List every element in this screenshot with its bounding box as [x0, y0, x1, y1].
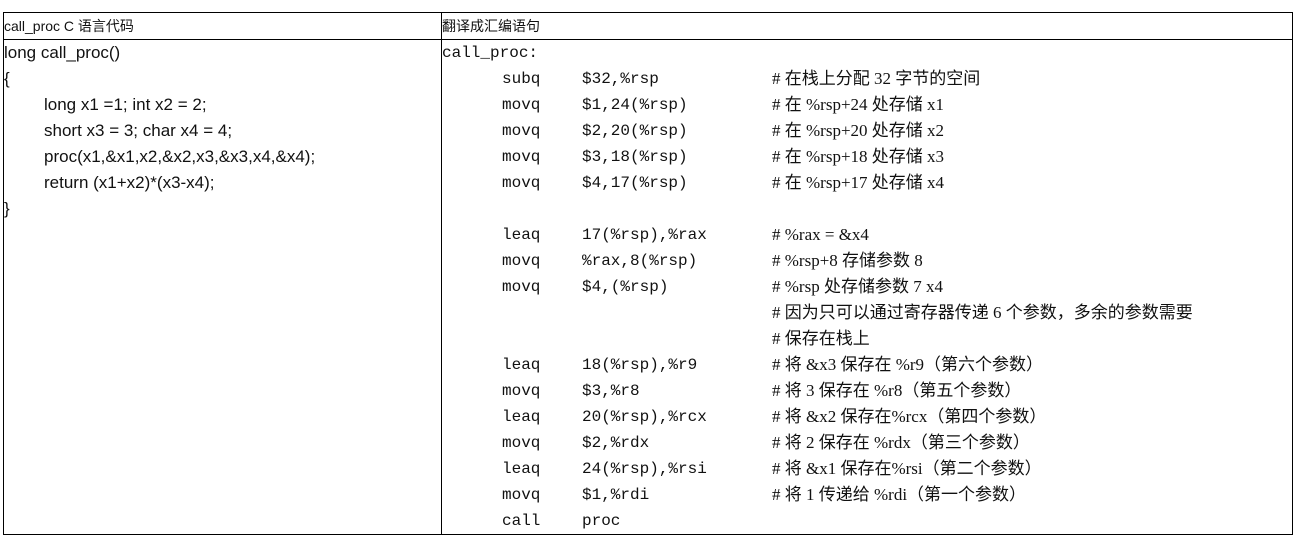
asm-op: leaq [502, 460, 541, 478]
asm-args: 18(%rsp),%r9 [582, 356, 698, 374]
asm-comment: # 将 &x3 保存在 %r9（第六个参数） [772, 355, 1044, 374]
asm-args: $1,%rdi [582, 486, 650, 504]
asm-comment: # 在栈上分配 32 字节的空间 [772, 69, 981, 88]
asm-args: $2,20(%rsp) [582, 122, 688, 140]
asm-line: movq $1,%rdi # 将 1 传递给 %rdi（第一个参数） [442, 482, 1292, 508]
asm-op: subq [502, 70, 541, 88]
asm-line: leaq 18(%rsp),%r9 # 将 &x3 保存在 %r9（第六个参数） [442, 352, 1292, 378]
asm-op: leaq [502, 226, 541, 244]
asm-op: movq [502, 278, 541, 296]
asm-line: leaq 24(%rsp),%rsi # 将 &x1 保存在%rsi（第二个参数） [442, 456, 1292, 482]
content-row: long call_proc() { long x1 =1; int x2 = 2;… [3, 39, 1293, 535]
asm-op: leaq [502, 408, 541, 426]
header-row: call_proc C 语言代码 翻译成汇编语句 [3, 12, 1293, 40]
comparison-table: call_proc C 语言代码 翻译成汇编语句 long call_proc(… [3, 12, 1293, 535]
asm-op: movq [502, 382, 541, 400]
asm-line: leaq 17(%rsp),%rax # %rax = &x4 [442, 222, 1292, 248]
asm-args: 24(%rsp),%rsi [582, 460, 707, 478]
asm-comment: # 将 2 保存在 %rdx（第三个参数） [772, 433, 1030, 452]
asm-comment: # 在 %rsp+18 处存储 x3 [772, 147, 945, 166]
asm-comment: # 将 1 传递给 %rdi（第一个参数） [772, 485, 1027, 504]
c-code-line: proc(x1,&x1,x2,&x2,x3,&x3,x4,&x4); [44, 147, 316, 166]
asm-args: $4,17(%rsp) [582, 174, 688, 192]
asm-comment: # 将 3 保存在 %r8（第五个参数） [772, 381, 1022, 400]
asm-args: 20(%rsp),%rcx [582, 408, 707, 426]
assembly-cell: call_proc: subq $32,%rsp # 在栈上分配 32 字节的空间 m… [441, 39, 1293, 535]
asm-op: leaq [502, 356, 541, 374]
asm-op: movq [502, 122, 541, 140]
asm-line: movq $2,%rdx # 将 2 保存在 %rdx（第三个参数） [442, 430, 1292, 456]
asm-args: proc [582, 512, 621, 530]
asm-comment: # 在 %rsp+20 处存储 x2 [772, 121, 945, 140]
asm-op: movq [502, 434, 541, 452]
asm-args: $32,%rsp [582, 70, 659, 88]
asm-args: $2,%rdx [582, 434, 650, 452]
c-code-line: long x1 =1; int x2 = 2; [44, 95, 207, 114]
asm-line: # 因为只可以通过寄存器传递 6 个参数，多余的参数需要 [442, 300, 1292, 326]
asm-args: $4,(%rsp) [582, 278, 669, 296]
asm-line: call proc [442, 508, 1292, 534]
asm-op: movq [502, 148, 541, 166]
asm-comment: # 因为只可以通过寄存器传递 6 个参数，多余的参数需要 [772, 303, 1193, 322]
asm-op: movq [502, 96, 541, 114]
asm-line: movq $1,24(%rsp) # 在 %rsp+24 处存储 x1 [442, 92, 1292, 118]
asm-op: call [502, 512, 541, 530]
asm-op: movq [502, 486, 541, 504]
asm-comment: # %rax = &x4 [772, 225, 869, 244]
asm-comment: # 将 &x2 保存在%rcx（第四个参数） [772, 407, 1047, 426]
asm-label: call_proc: [442, 44, 539, 62]
c-code-line: short x3 = 3; char x4 = 4; [44, 121, 233, 140]
asm-comment: # 将 &x1 保存在%rsi（第二个参数） [772, 459, 1042, 478]
c-code-cell: long call_proc() { long x1 =1; int x2 = 2;… [3, 39, 442, 535]
c-code-line: return (x1+x2)*(x3-x4); [44, 173, 215, 192]
asm-line [442, 196, 1292, 222]
asm-line: movq $4,17(%rsp) # 在 %rsp+17 处存储 x4 [442, 170, 1292, 196]
asm-comment: # 保存在栈上 [772, 329, 870, 348]
asm-line: movq $4,(%rsp) # %rsp 处存储参数 7 x4 [442, 274, 1292, 300]
asm-args: 17(%rsp),%rax [582, 226, 707, 244]
asm-comment: # 在 %rsp+17 处存储 x4 [772, 173, 945, 192]
asm-line: leaq 20(%rsp),%rcx # 将 &x2 保存在%rcx（第四个参数） [442, 404, 1292, 430]
asm-op: movq [502, 174, 541, 192]
asm-line: movq $3,18(%rsp) # 在 %rsp+18 处存储 x3 [442, 144, 1292, 170]
asm-line: # 保存在栈上 [442, 326, 1292, 352]
asm-args: $1,24(%rsp) [582, 96, 688, 114]
asm-op: movq [502, 252, 541, 270]
asm-args: $3,18(%rsp) [582, 148, 688, 166]
header-assembly: 翻译成汇编语句 [441, 12, 1293, 40]
c-code-line: long call_proc() [4, 43, 121, 62]
asm-comment: # %rsp+8 存储参数 8 [772, 251, 923, 270]
asm-line: movq %rax,8(%rsp) # %rsp+8 存储参数 8 [442, 248, 1292, 274]
header-c-code: call_proc C 语言代码 [3, 12, 442, 40]
asm-line: movq $3,%r8 # 将 3 保存在 %r8（第五个参数） [442, 378, 1292, 404]
c-code-line: } [4, 199, 10, 218]
asm-args: %rax,8(%rsp) [582, 252, 698, 270]
c-code-line: { [4, 69, 10, 88]
asm-line: subq $32,%rsp # 在栈上分配 32 字节的空间 [442, 66, 1292, 92]
asm-args: $3,%r8 [582, 382, 640, 400]
asm-comment: # %rsp 处存储参数 7 x4 [772, 277, 943, 296]
asm-comment: # 在 %rsp+24 处存储 x1 [772, 95, 945, 114]
asm-line: movq $2,20(%rsp) # 在 %rsp+20 处存储 x2 [442, 118, 1292, 144]
